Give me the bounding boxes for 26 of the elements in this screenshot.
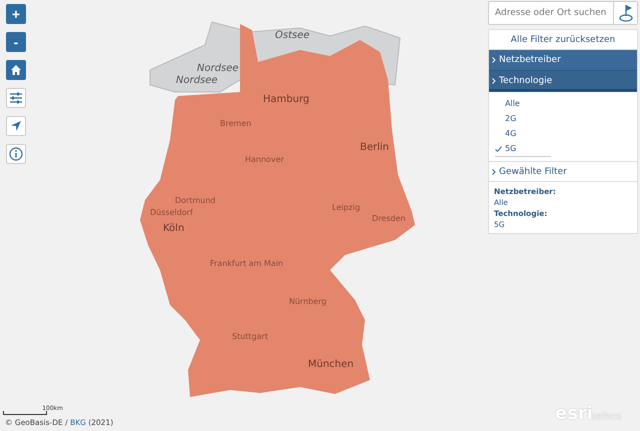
technology-option[interactable]: 2G [495, 111, 551, 126]
filter-section-header[interactable]: Netzbetreiber [489, 50, 637, 71]
zoom-out-button[interactable]: - [6, 32, 26, 52]
technology-option[interactable]: Alle [495, 96, 551, 111]
map-label: Dortmund [175, 196, 216, 205]
map-label: Frankfurt am Main [210, 259, 284, 268]
map-label: Dresden [372, 214, 406, 223]
map-label: Hamburg [263, 94, 310, 105]
map-label: Nordsee [176, 75, 218, 86]
map-label: Hannover [245, 155, 284, 164]
map-label: München [308, 359, 354, 370]
zoom-in-button[interactable]: + [6, 4, 26, 24]
technology-option[interactable]: 4G [495, 126, 551, 141]
filter-section-header[interactable]: Technologie [489, 71, 637, 92]
map-label: Stuttgart [232, 332, 268, 341]
map-label: Bremen [220, 119, 252, 128]
map-label: Nordsee [197, 63, 239, 74]
map-label: Köln [163, 223, 184, 234]
search-field[interactable]: Adresse oder Ort suchen [488, 1, 638, 25]
map-label: Leipzig [332, 203, 360, 212]
map-label: Nürnberg [289, 297, 326, 306]
search-input[interactable]: Adresse oder Ort suchen [489, 2, 613, 24]
map-label: Berlin [360, 142, 390, 153]
technology-option[interactable]: 5G [495, 141, 551, 157]
map-label: Düsseldorf [150, 208, 193, 217]
map-label: Ostsee [275, 30, 310, 41]
